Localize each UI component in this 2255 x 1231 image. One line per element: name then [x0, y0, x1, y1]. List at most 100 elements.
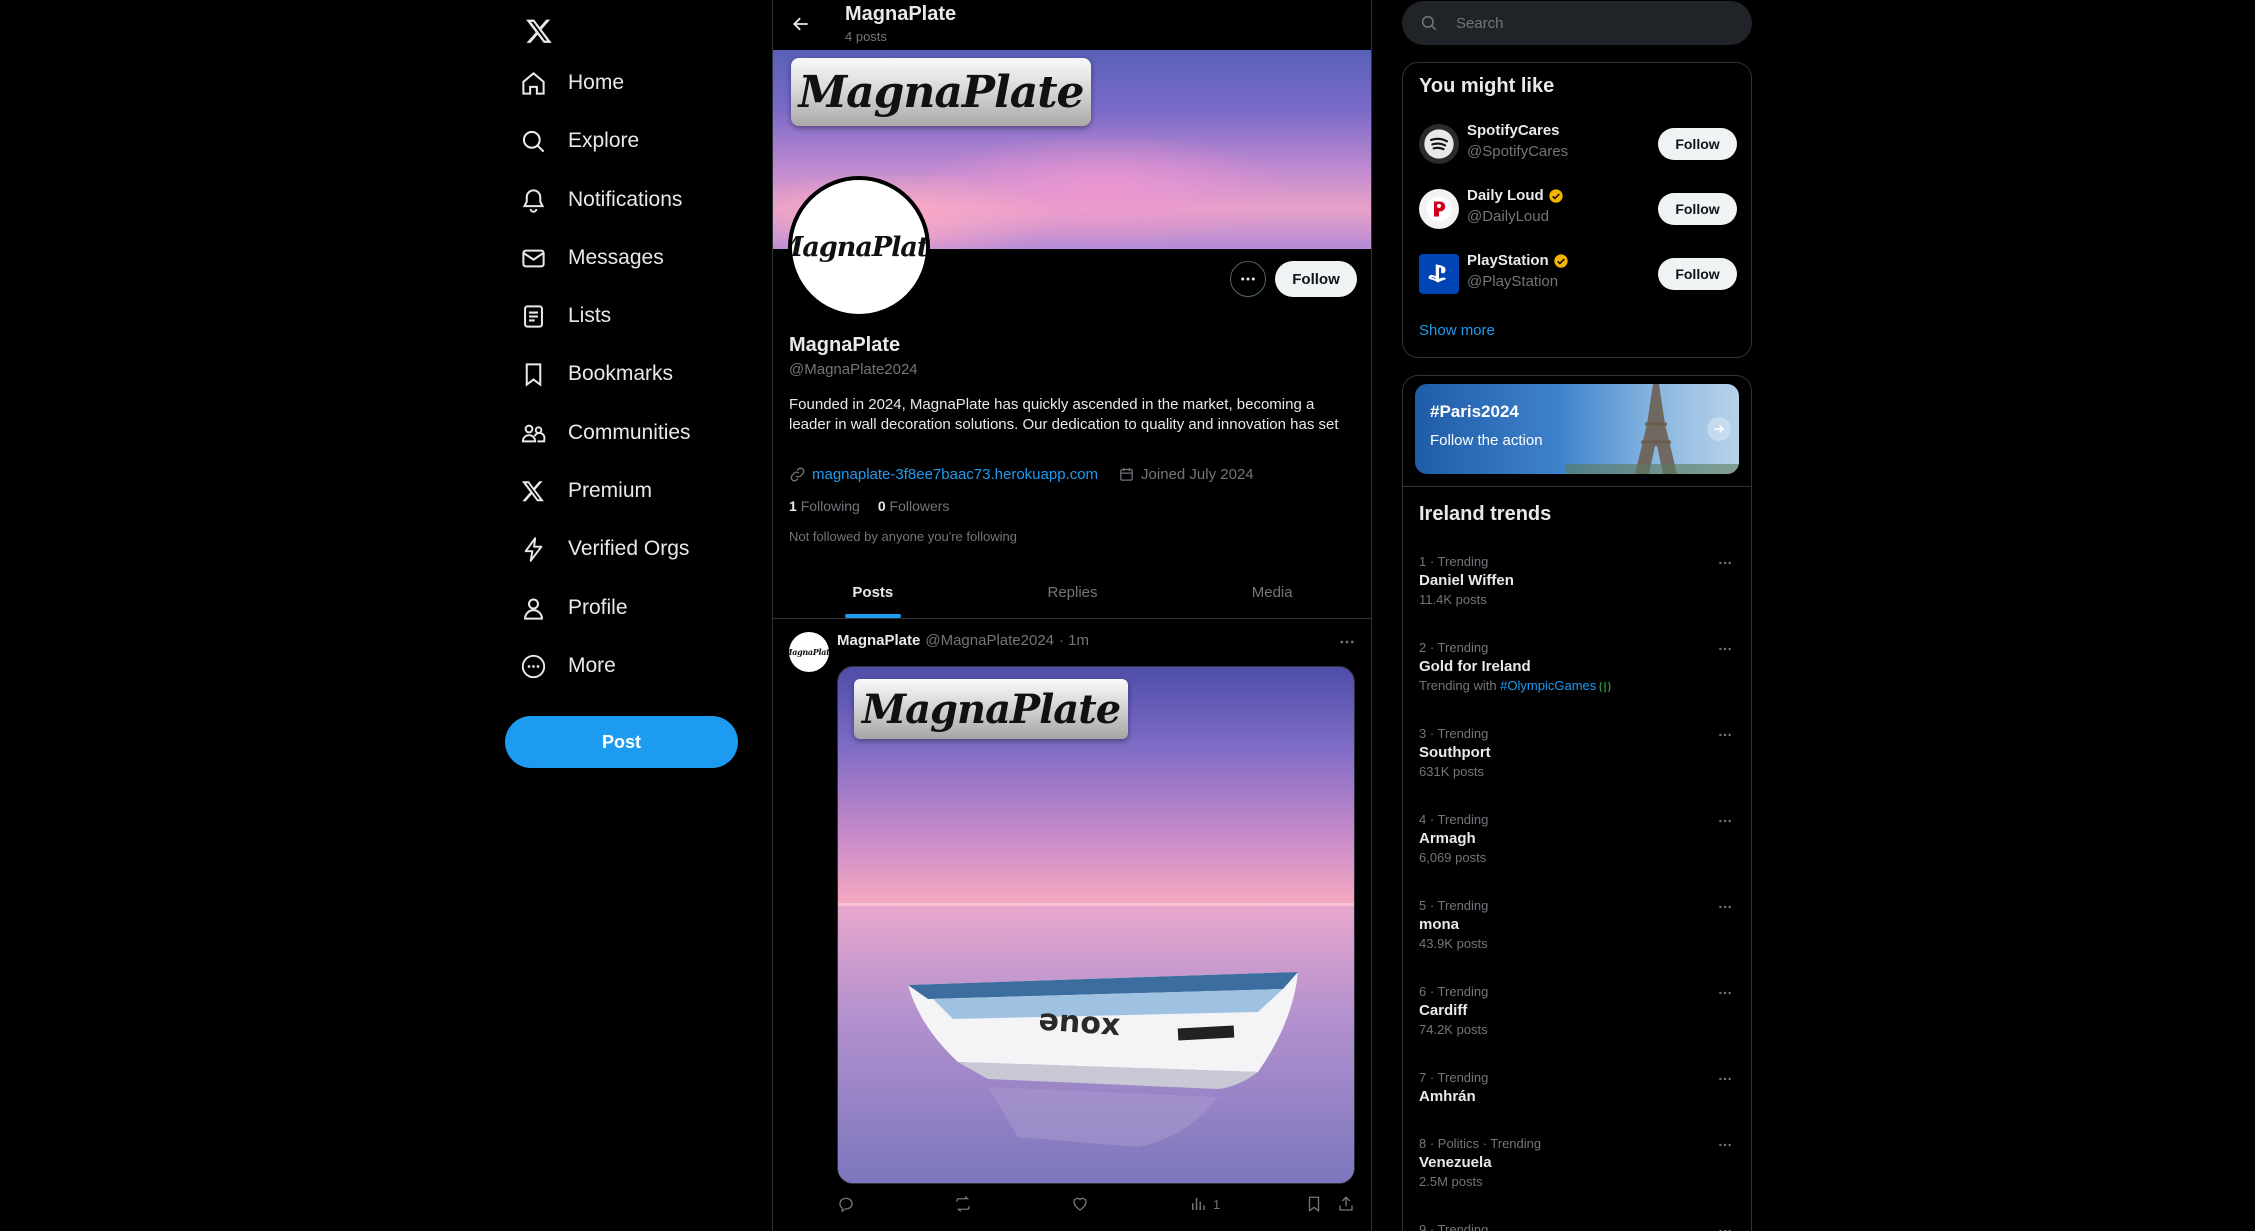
trend-name: Gold for Ireland: [1419, 658, 1531, 675]
trend-item[interactable]: 2 · Trending Gold for Ireland Trending w…: [1419, 640, 1737, 694]
media-logo-text: MagnaPlate: [861, 685, 1121, 733]
followers-link[interactable]: 0 Followers: [878, 498, 950, 514]
trend-item[interactable]: 5 · Trending mona 43.9K posts: [1419, 898, 1737, 952]
olympic-rings-icon: [1598, 680, 1612, 694]
boat-illustration: ənox: [838, 903, 1354, 1183]
profile-avatar[interactable]: MagnaPlate: [788, 176, 930, 318]
profile-name: MagnaPlate: [789, 334, 901, 356]
suggested-account[interactable]: PlayStation @PlayStation Follow: [1419, 248, 1737, 304]
media-logo-plate: MagnaPlate: [854, 679, 1128, 739]
post-button[interactable]: Post: [505, 716, 738, 768]
tweet-author-handle[interactable]: @MagnaPlate2024: [925, 632, 1054, 649]
trend-more-icon[interactable]: [1713, 812, 1737, 830]
x-logo-icon: [518, 476, 548, 506]
verified-badge-icon: [1549, 188, 1563, 203]
profile-meta: magnaplate-3f8ee7baac73.herokuapp.com Jo…: [789, 466, 1254, 483]
hashtag-link[interactable]: #OlympicGames: [1500, 678, 1596, 693]
more-options-button[interactable]: [1230, 261, 1266, 297]
profile-bio: Founded in 2024, MagnaPlate has quickly …: [789, 396, 1339, 433]
nav-notifications[interactable]: Notifications: [516, 175, 694, 225]
bookmark-icon: [518, 359, 548, 389]
trend-more-icon[interactable]: [1713, 984, 1737, 1002]
who-to-follow-title: You might like: [1419, 75, 1555, 97]
suggested-account[interactable]: Daily Loud @DailyLoud Follow: [1419, 183, 1737, 239]
nav-lists[interactable]: Lists: [516, 291, 623, 341]
tab-replies[interactable]: Replies: [973, 566, 1173, 618]
playstation-avatar: [1419, 254, 1459, 294]
verified-badge-icon: [1554, 253, 1568, 268]
nav-label: Explore: [568, 129, 640, 152]
nav-profile[interactable]: Profile: [516, 583, 640, 633]
tweet-media-image[interactable]: ənox MagnaPlate: [837, 666, 1355, 1184]
trend-more-icon[interactable]: [1713, 640, 1737, 658]
trend-item[interactable]: 9 · Trending: [1419, 1222, 1737, 1231]
nav-premium[interactable]: Premium: [516, 466, 664, 516]
search-input[interactable]: Search: [1402, 1, 1752, 45]
views-button[interactable]: 1: [1189, 1190, 1220, 1218]
trend-item[interactable]: 6 · Trending Cardiff 74.2K posts: [1419, 984, 1737, 1038]
banner-logo-text: MagnaPlate: [798, 66, 1084, 118]
left-navigation: Home Explore Notifications Messages List…: [504, 0, 760, 1231]
trend-more-icon[interactable]: [1713, 554, 1737, 572]
ellipsis-icon: [1241, 277, 1255, 281]
reply-button[interactable]: [837, 1190, 855, 1218]
trend-more-icon[interactable]: [1713, 1222, 1737, 1231]
trend-name: Amhrán: [1419, 1088, 1476, 1105]
nav-label: Home: [568, 71, 625, 94]
suggested-account[interactable]: SpotifyCares @SpotifyCares Follow: [1419, 118, 1737, 174]
tweet-author-name[interactable]: MagnaPlate: [837, 632, 920, 649]
trend-meta: 2 · Trending: [1419, 640, 1489, 655]
follow-button[interactable]: Follow: [1658, 258, 1737, 290]
trend-more-icon[interactable]: [1713, 1136, 1737, 1154]
share-button[interactable]: [1337, 1190, 1355, 1218]
trend-meta: 3 · Trending: [1419, 726, 1489, 741]
banner-logo-plate: MagnaPlate: [791, 58, 1091, 126]
nav-verified-orgs[interactable]: Verified Orgs: [516, 524, 701, 574]
nav-label: Notifications: [568, 188, 683, 211]
trends-card: #Paris2024 Follow the action Ireland tre…: [1402, 375, 1752, 1231]
profile-website-link[interactable]: magnaplate-3f8ee7baac73.herokuapp.com: [812, 466, 1098, 483]
reply-icon: [839, 1197, 853, 1213]
nav-bookmarks[interactable]: Bookmarks: [516, 349, 685, 399]
tab-media[interactable]: Media: [1172, 566, 1371, 618]
trend-more-icon[interactable]: [1713, 898, 1737, 916]
paris2024-promo[interactable]: #Paris2024 Follow the action: [1415, 384, 1739, 474]
trend-item[interactable]: 1 · Trending Daniel Wiffen 11.4K posts: [1419, 554, 1737, 608]
like-button[interactable]: [1071, 1190, 1089, 1218]
account-name: SpotifyCares: [1467, 122, 1560, 139]
search-icon: [518, 126, 548, 156]
follow-button[interactable]: Follow: [1658, 193, 1737, 225]
x-logo-icon[interactable]: [516, 8, 562, 54]
tweet-avatar[interactable]: MagnaPlate: [789, 632, 829, 672]
nav-explore[interactable]: Explore: [516, 116, 651, 166]
bookmark-button[interactable]: [1305, 1190, 1323, 1218]
nav-home[interactable]: Home: [516, 58, 636, 108]
tweet-more-icon[interactable]: [1335, 632, 1359, 652]
trend-meta: 5 · Trending: [1419, 898, 1489, 913]
tweet-time[interactable]: · 1m: [1059, 632, 1089, 649]
tweet[interactable]: MagnaPlate MagnaPlate @MagnaPlate2024 · …: [773, 620, 1371, 1231]
post-count: 4 posts: [845, 29, 887, 44]
trend-more-icon[interactable]: [1713, 726, 1737, 744]
trend-item[interactable]: 7 · Trending Amhrán: [1419, 1070, 1737, 1108]
trend-item[interactable]: 3 · Trending Southport 631K posts: [1419, 726, 1737, 780]
show-more-link[interactable]: Show more: [1419, 322, 1495, 339]
nav-communities[interactable]: Communities: [516, 408, 703, 458]
following-link[interactable]: 1 Following: [789, 498, 860, 514]
trend-item[interactable]: 8 · Politics · Trending Venezuela 2.5M p…: [1419, 1136, 1737, 1190]
follow-button[interactable]: Follow: [1658, 128, 1737, 160]
who-to-follow-card: You might like SpotifyCares @SpotifyCare…: [1402, 62, 1752, 358]
trend-item[interactable]: 4 · Trending Armagh 6,069 posts: [1419, 812, 1737, 866]
trend-name: Armagh: [1419, 830, 1476, 847]
profile-handle: @MagnaPlate2024: [789, 361, 918, 378]
trend-more-icon[interactable]: [1713, 1070, 1737, 1088]
repost-button[interactable]: [954, 1190, 972, 1218]
nav-messages[interactable]: Messages: [516, 233, 676, 283]
envelope-icon: [518, 243, 548, 273]
arrow-right-icon[interactable]: [1707, 417, 1731, 441]
follow-button[interactable]: Follow: [1275, 261, 1357, 297]
back-arrow-icon[interactable]: [787, 10, 815, 38]
tab-posts[interactable]: Posts: [773, 566, 973, 618]
nav-more[interactable]: More: [516, 641, 628, 691]
profile-tabs: Posts Replies Media: [773, 566, 1371, 619]
